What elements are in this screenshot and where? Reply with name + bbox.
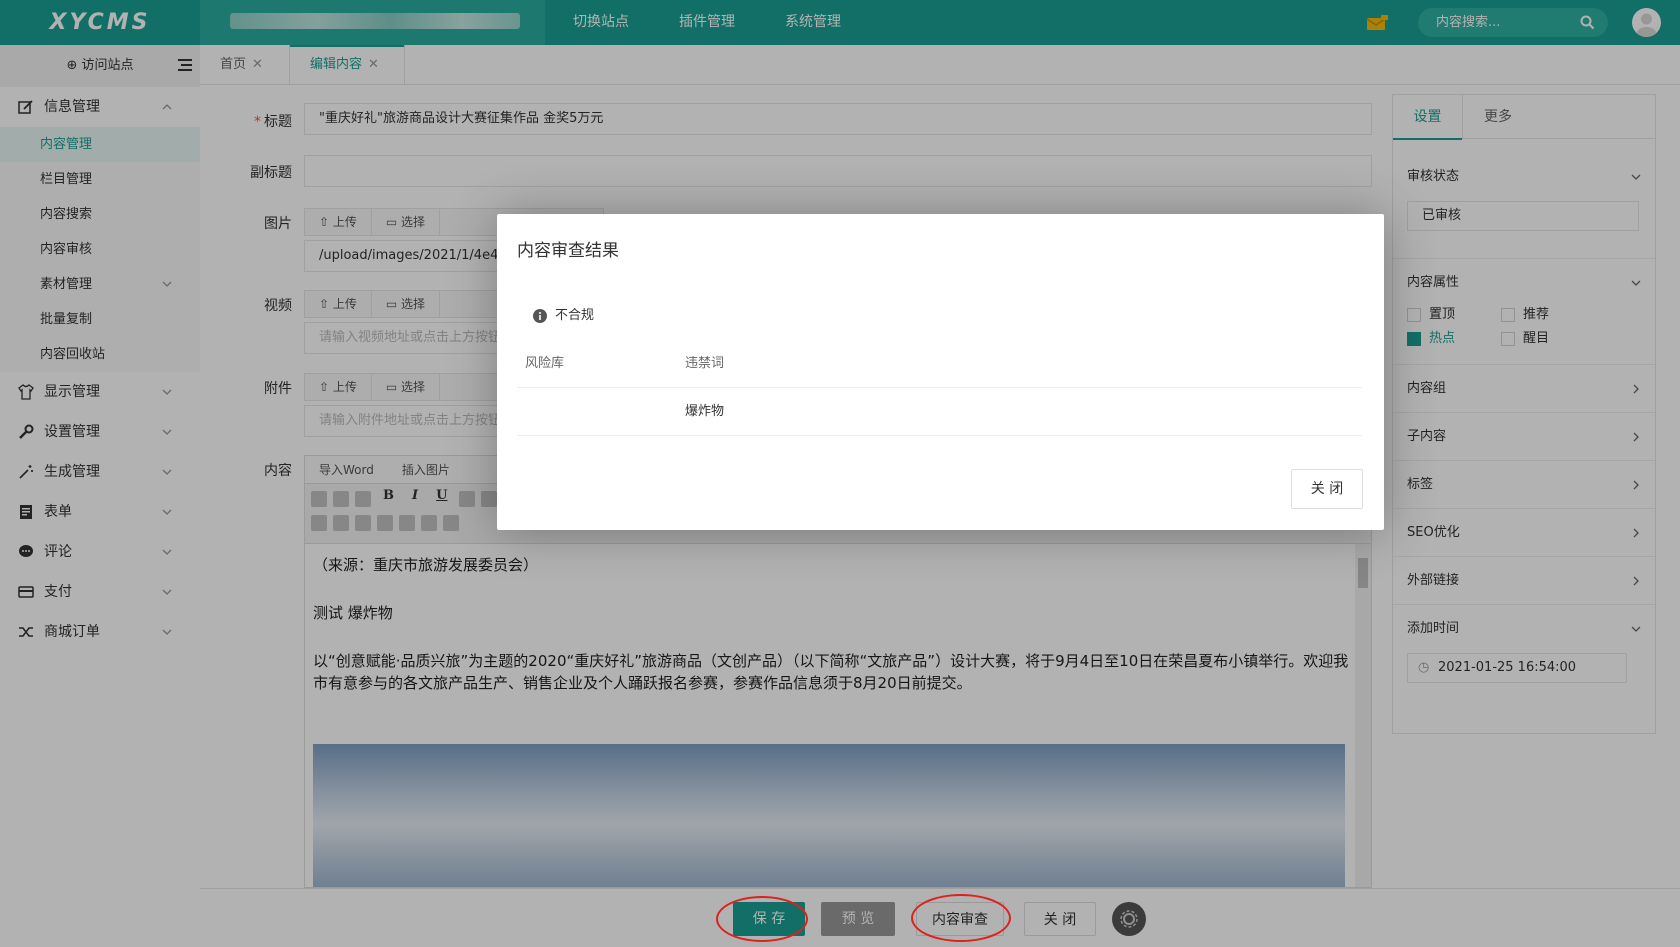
verdict-text: 不合规 — [555, 308, 595, 323]
highlight-ring-audit — [911, 894, 1011, 942]
table-row: 爆炸物 — [517, 388, 1362, 436]
info-icon — [533, 309, 547, 323]
col-banned-word: 违禁词 — [685, 356, 725, 371]
dialog-close-button[interactable]: 关 闭 — [1291, 469, 1363, 509]
verdict-status: 不合规 — [533, 308, 594, 324]
highlight-ring-save — [716, 896, 808, 942]
audit-result-dialog: 内容审查结果 不合规 风险库 违禁词 爆炸物 关 闭 — [497, 214, 1384, 530]
col-risk-library: 风险库 — [525, 356, 565, 371]
risk-table: 风险库 违禁词 爆炸物 — [517, 340, 1362, 436]
dialog-title: 内容审查结果 — [517, 241, 619, 261]
cell-banned-word: 爆炸物 — [685, 404, 725, 419]
table-header: 风险库 违禁词 — [517, 340, 1362, 388]
